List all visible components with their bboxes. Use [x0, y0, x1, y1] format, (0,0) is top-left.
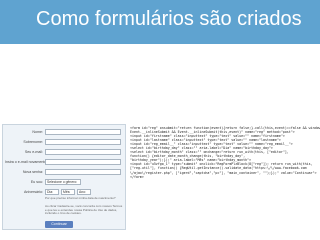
email-input[interactable] [45, 149, 121, 155]
form-row-surname: Sobrenome: [3, 139, 125, 147]
day-select[interactable]: Dia: [45, 189, 59, 195]
year-select[interactable]: Ano: [77, 189, 91, 195]
birthday-note[interactable]: Por que preciso informar minha data de n… [45, 196, 123, 201]
slide-title: Como formulários são criados [36, 8, 302, 30]
form-row-email: Seu e-mail: [3, 149, 125, 157]
label-email: Seu e-mail: [24, 150, 43, 154]
form-row-name: Nome: [3, 129, 125, 137]
month-select[interactable]: Mês: [61, 189, 75, 195]
password-input[interactable] [45, 169, 121, 175]
label-gender: Eu sou: [30, 180, 43, 184]
continue-button[interactable]: Continuar [45, 221, 73, 228]
email-confirm-input[interactable] [45, 159, 121, 165]
code-line: \/ajax\/register.php", ["igerd","captcha… [130, 170, 317, 175]
form-row-gender: Eu sou: Selecione o gênero: [3, 179, 125, 187]
form-row-password: Nova senha: [3, 169, 125, 177]
source-code-panel: <form id="reg" onsubmit="return function… [130, 126, 320, 230]
code-line: </form> [130, 174, 144, 179]
title-band: Como formulários são criados [0, 0, 320, 44]
label-name: Nome: [32, 130, 43, 134]
surname-input[interactable] [45, 139, 121, 145]
signup-form-screenshot: Nome: Sobrenome: Seu e-mail: Insira o e-… [2, 124, 126, 230]
form-row-email-confirm: Insira o e-mail novamente: [3, 159, 125, 167]
gender-select[interactable]: Selecione o gênero: [45, 179, 81, 185]
label-email-confirm: Insira o e-mail novamente: [5, 160, 48, 164]
name-input[interactable] [45, 129, 121, 135]
label-surname: Sobrenome: [23, 140, 43, 144]
label-password: Nova senha: [22, 170, 43, 174]
terms-note: Ao clicar Cadastre-se, você concorda com… [45, 204, 123, 216]
label-birthday: Aniversário: [24, 190, 43, 194]
code-line: ["reg-util"], function() {RegUtil.getIns… [130, 166, 307, 171]
